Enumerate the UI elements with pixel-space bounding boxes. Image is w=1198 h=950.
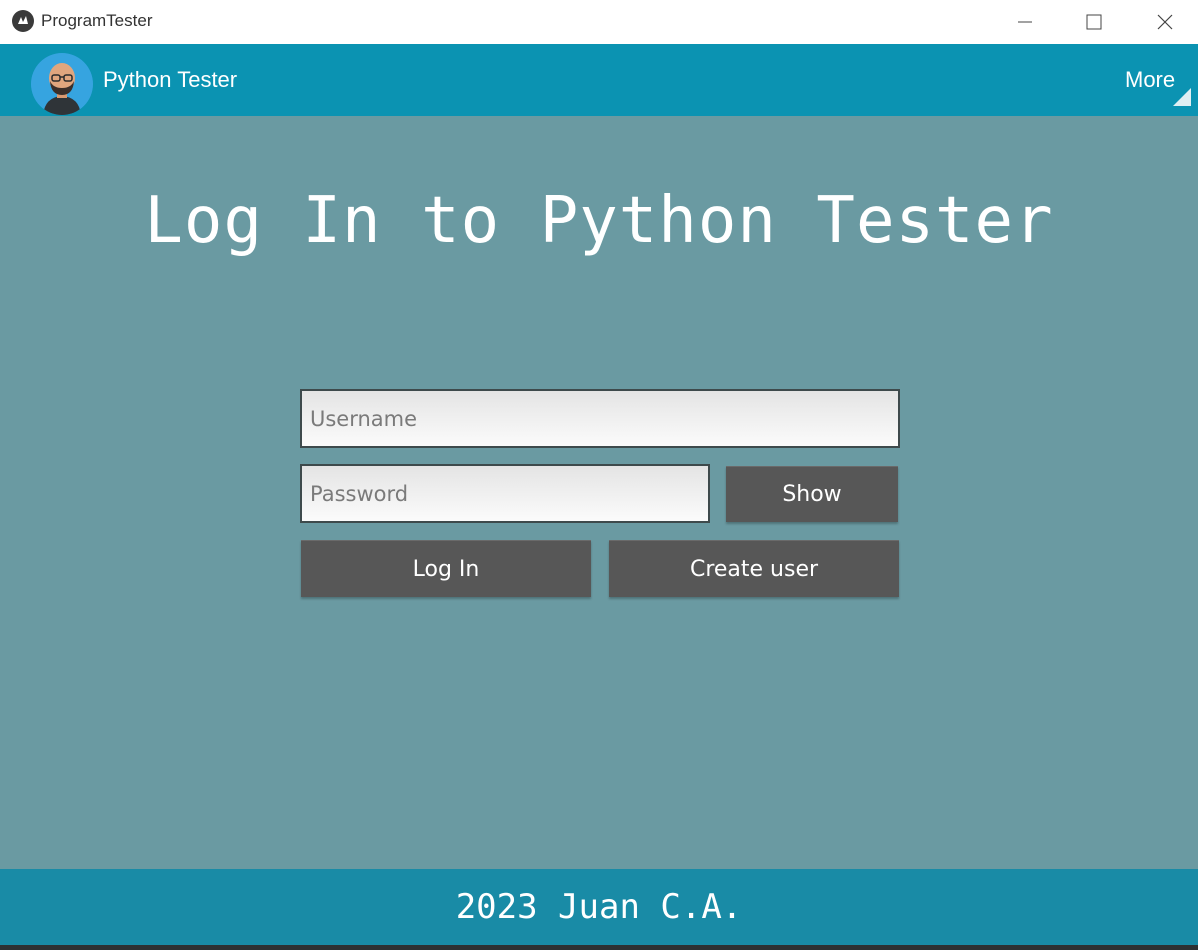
show-button-label: Show — [782, 482, 842, 507]
kivy-app-icon — [12, 10, 34, 32]
password-input[interactable] — [300, 464, 710, 523]
user-avatar[interactable] — [31, 53, 93, 115]
maximize-button[interactable] — [1064, 0, 1124, 44]
login-button[interactable]: Log In — [301, 540, 591, 597]
show-password-button[interactable]: Show — [726, 466, 898, 522]
footer-bar: 2023 Juan C.A. — [0, 869, 1198, 945]
login-screen: Log In to Python Tester Show Log In Crea… — [0, 116, 1198, 869]
window-title: ProgramTester — [41, 11, 153, 30]
close-icon — [1157, 14, 1173, 30]
taskbar-edge — [0, 945, 1198, 950]
top-app-bar: Python Tester More — [0, 44, 1198, 116]
minimize-button[interactable] — [995, 0, 1055, 44]
create-user-button[interactable]: Create user — [609, 540, 899, 597]
dropdown-corner-icon — [1173, 88, 1191, 106]
footer-credit: 2023 Juan C.A. — [455, 887, 743, 927]
username-input[interactable] — [300, 389, 900, 448]
more-label: More — [1125, 67, 1176, 92]
close-button[interactable] — [1135, 0, 1195, 44]
page-title: Log In to Python Tester — [144, 184, 1054, 258]
more-menu-button[interactable]: More — [1120, 66, 1194, 106]
maximize-icon — [1086, 14, 1102, 30]
create-user-button-label: Create user — [689, 557, 819, 582]
minimize-icon — [1018, 21, 1032, 23]
window-titlebar: ProgramTester — [0, 0, 1198, 44]
toolbar-title: Python Tester — [103, 67, 238, 92]
login-button-label: Log In — [412, 557, 480, 582]
